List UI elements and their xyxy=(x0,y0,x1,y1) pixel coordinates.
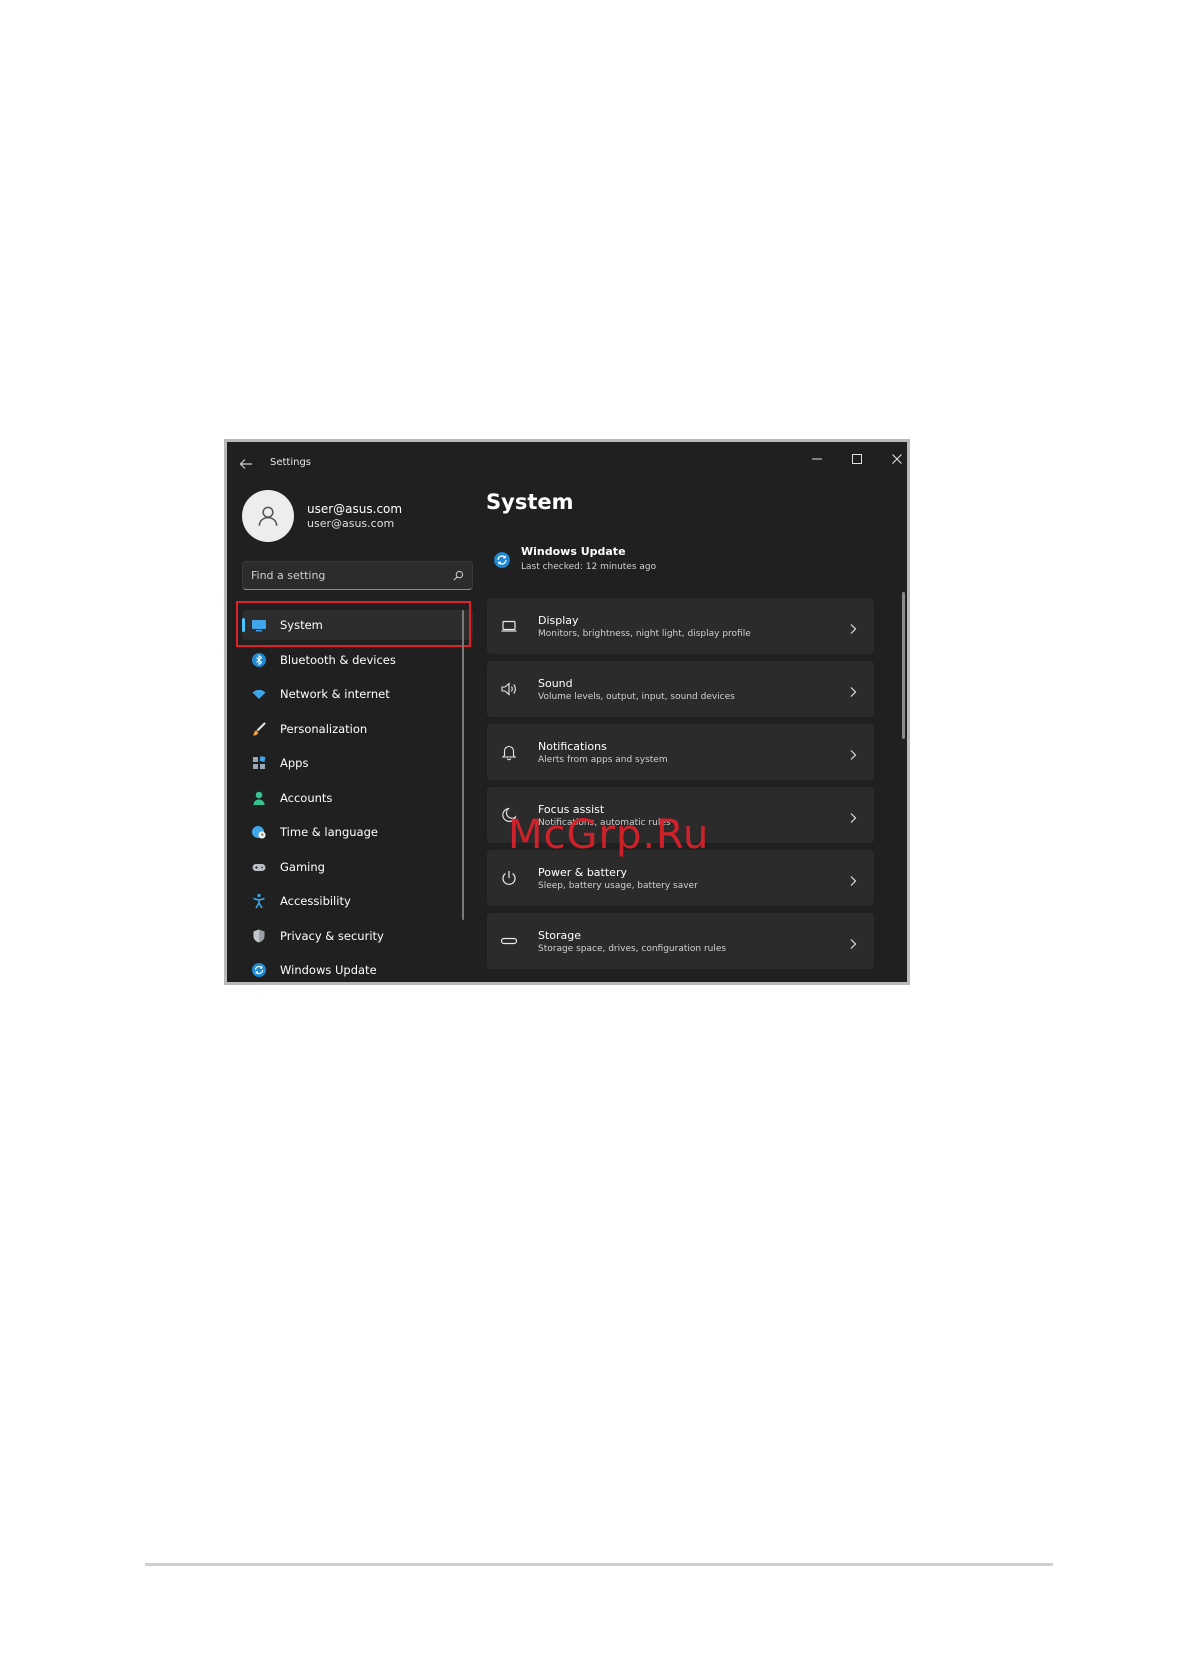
time-language-icon xyxy=(251,824,267,840)
sidebar-item-label: Personalization xyxy=(280,721,368,736)
accounts-icon xyxy=(251,790,267,806)
shield-icon xyxy=(251,928,267,944)
sidebar-item-personalization[interactable]: Personalization xyxy=(242,714,473,744)
power-icon xyxy=(500,869,518,887)
card-subtitle: Monitors, brightness, night light, displ… xyxy=(538,629,751,639)
chevron-right-icon xyxy=(848,809,858,823)
sidebar-item-apps[interactable]: Apps xyxy=(242,748,473,778)
card-subtitle: Alerts from apps and system xyxy=(538,755,668,765)
sidebar-item-label: Accessibility xyxy=(280,894,351,908)
display-icon xyxy=(500,617,518,635)
card-storage[interactable]: Storage Storage space, drives, configura… xyxy=(487,913,874,969)
sidebar-item-privacy[interactable]: Privacy & security xyxy=(242,921,473,951)
chevron-right-icon xyxy=(848,683,858,697)
bluetooth-icon xyxy=(251,652,267,668)
card-display[interactable]: Display Monitors, brightness, night ligh… xyxy=(487,598,874,654)
system-icon xyxy=(251,617,267,633)
sidebar-item-label: Bluetooth & devices xyxy=(280,652,396,667)
card-subtitle: Storage space, drives, configuration rul… xyxy=(538,944,727,954)
wifi-icon xyxy=(251,686,267,702)
back-arrow-icon[interactable] xyxy=(239,455,253,469)
sidebar-item-gaming[interactable]: Gaming xyxy=(242,852,473,882)
chevron-right-icon xyxy=(848,935,858,949)
app-title: Settings xyxy=(270,457,312,468)
settings-cards: Display Monitors, brightness, night ligh… xyxy=(487,598,874,976)
windows-update-subtitle: Last checked: 12 minutes ago xyxy=(521,562,657,572)
card-title: Notifications xyxy=(538,740,607,753)
person-icon xyxy=(258,506,278,526)
sidebar-item-label: Apps xyxy=(280,756,309,770)
sidebar-item-accounts[interactable]: Accounts xyxy=(242,783,473,813)
search-input[interactable] xyxy=(251,569,453,582)
windows-update-status[interactable]: Windows Update Last checked: 12 minutes … xyxy=(491,545,821,581)
sidebar-item-label: Accounts xyxy=(280,790,333,805)
sidebar-item-label: System xyxy=(280,618,323,632)
chevron-right-icon xyxy=(848,746,858,760)
sidebar-nav: System Bluetooth & devices Network & int… xyxy=(242,610,473,982)
card-title: Storage xyxy=(538,929,582,942)
bell-icon xyxy=(500,743,518,761)
card-notifications[interactable]: Notifications Alerts from apps and syste… xyxy=(487,724,874,780)
title-bar: Settings xyxy=(227,442,907,482)
card-power-battery[interactable]: Power & battery Sleep, battery usage, ba… xyxy=(487,850,874,906)
watermark: McGrp.Ru xyxy=(508,812,710,858)
windows-update-title: Windows Update xyxy=(521,545,626,558)
apps-icon xyxy=(251,755,267,771)
card-title: Power & battery xyxy=(538,866,627,879)
sidebar-item-windows-update[interactable]: Windows Update xyxy=(242,955,473,982)
settings-window: Settings user@asus.com user@asus.com Fin… xyxy=(224,439,910,985)
user-name: user@asus.com xyxy=(307,502,403,516)
chevron-right-icon xyxy=(848,872,858,886)
search-icon[interactable] xyxy=(453,570,464,581)
user-email: user@asus.com xyxy=(307,517,395,530)
sound-icon xyxy=(500,680,518,698)
sidebar-item-system[interactable]: System xyxy=(242,610,473,640)
card-subtitle: Sleep, battery usage, battery saver xyxy=(538,881,698,891)
card-sound[interactable]: Sound Volume levels, output, input, soun… xyxy=(487,661,874,717)
sidebar-scrollbar[interactable] xyxy=(462,610,464,920)
minimize-button[interactable] xyxy=(807,450,827,468)
storage-icon xyxy=(500,932,518,950)
footer-divider xyxy=(145,1563,1053,1566)
avatar[interactable] xyxy=(242,490,294,542)
sidebar-item-label: Time & language xyxy=(280,825,378,839)
search-box[interactable] xyxy=(242,561,473,590)
card-title: Sound xyxy=(538,677,573,690)
close-button[interactable] xyxy=(887,450,907,468)
sidebar-item-bluetooth[interactable]: Bluetooth & devices xyxy=(242,645,473,675)
chevron-right-icon xyxy=(848,620,858,634)
sidebar-item-accessibility[interactable]: Accessibility xyxy=(242,886,473,916)
page-title: System xyxy=(486,490,574,514)
sidebar-item-label: Privacy & security xyxy=(280,928,384,943)
maximize-button[interactable] xyxy=(847,450,867,468)
sidebar-item-label: Gaming xyxy=(280,859,325,874)
card-subtitle: Volume levels, output, input, sound devi… xyxy=(538,692,735,702)
gaming-icon xyxy=(251,859,267,875)
sidebar-item-label: Windows Update xyxy=(280,963,377,977)
content-scrollbar[interactable] xyxy=(902,592,905,739)
update-icon xyxy=(493,551,511,569)
brush-icon xyxy=(251,721,267,737)
sidebar-item-time-language[interactable]: Time & language xyxy=(242,817,473,847)
update-icon xyxy=(251,962,267,978)
card-title: Display xyxy=(538,614,579,627)
accessibility-icon xyxy=(251,893,267,909)
sidebar-item-label: Network & internet xyxy=(280,687,390,701)
sidebar-item-network[interactable]: Network & internet xyxy=(242,679,473,709)
